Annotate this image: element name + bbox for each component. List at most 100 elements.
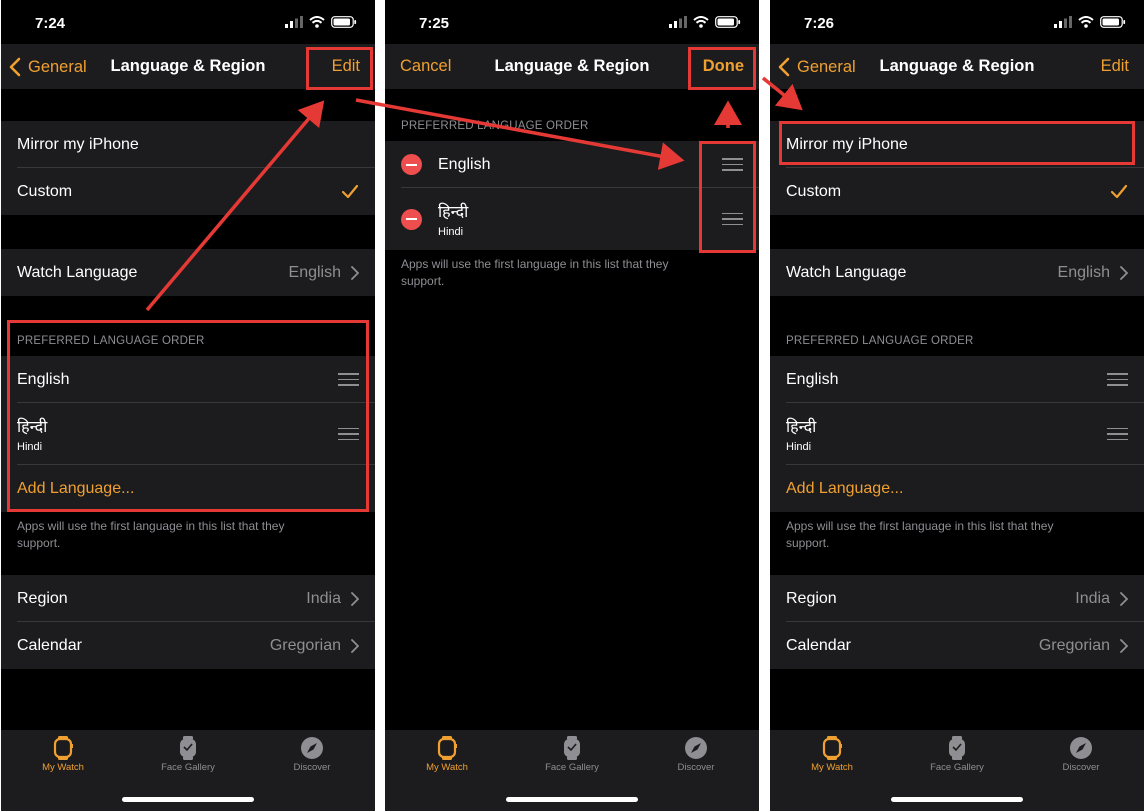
reorder-handle-icon[interactable] (338, 427, 359, 441)
language-row-hindi[interactable]: हिन्दी Hindi (770, 403, 1144, 465)
tab-label: Discover (293, 762, 331, 773)
add-language-button[interactable]: Add Language... (1, 465, 375, 512)
watch-language-group: Watch Language English (770, 249, 1144, 296)
watch-language-value: English (1057, 263, 1110, 281)
status-time: 7:25 (419, 15, 450, 32)
reorder-handle-icon[interactable] (1107, 427, 1128, 441)
region-row[interactable]: Region India (1, 575, 375, 622)
add-language-button[interactable]: Add Language... (770, 465, 1144, 512)
watch-language-row[interactable]: Watch Language English (1, 249, 375, 296)
watch-language-row[interactable]: Watch Language English (770, 249, 1144, 296)
reorder-handle-icon[interactable] (722, 158, 743, 171)
tab-my-watch[interactable]: My Watch (782, 736, 882, 773)
language-row-english[interactable]: English (1, 356, 375, 403)
add-language-label: Add Language... (17, 479, 135, 497)
language-name: English (786, 370, 839, 388)
preferred-language-list: English हिन्दी Hindi Add Language... (770, 356, 1144, 512)
language-footnote: Apps will use the first language in this… (401, 257, 669, 288)
screen-before-edit: 7:24 General Language & Region Edit Mirr… (1, 0, 375, 811)
add-language-label: Add Language... (786, 479, 904, 497)
chevron-right-icon (1120, 639, 1128, 653)
region-label: Region (786, 589, 837, 607)
status-time: 7:24 (35, 15, 66, 32)
region-value: India (306, 589, 341, 607)
mirror-iphone-label: Mirror my iPhone (786, 135, 908, 153)
signal-icon (1054, 16, 1072, 28)
tab-discover[interactable]: Discover (646, 736, 746, 773)
mirror-options-group: Mirror my iPhone Custom (770, 121, 1144, 215)
edit-button[interactable]: Edit (332, 57, 360, 76)
mirror-options-group: Mirror my iPhone Custom (1, 121, 375, 215)
preferred-language-header: PREFERRED LANGUAGE ORDER (401, 120, 589, 132)
checkmark-icon (341, 184, 359, 200)
tab-label: Face Gallery (545, 762, 599, 773)
minus-circle-icon[interactable] (401, 154, 422, 175)
status-bar: 7:25 (385, 0, 759, 44)
language-name: हिन्दी (438, 204, 469, 221)
language-row-hindi[interactable]: हिन्दी Hindi (1, 403, 375, 465)
tab-face-gallery[interactable]: Face Gallery (138, 736, 238, 773)
preferred-language-list: English हिन्दी Hindi (385, 141, 759, 250)
signal-icon (285, 16, 303, 28)
reorder-handle-icon[interactable] (1107, 373, 1128, 386)
navigation-bar: General Language & Region Edit (1, 44, 375, 89)
language-row-hindi[interactable]: हिन्दी Hindi (385, 188, 759, 250)
minus-circle-icon[interactable] (401, 208, 422, 230)
tab-label: My Watch (426, 762, 468, 773)
custom-option[interactable]: Custom (1, 168, 375, 215)
edit-button[interactable]: Edit (1101, 57, 1129, 76)
tab-my-watch[interactable]: My Watch (397, 736, 497, 773)
tab-face-gallery[interactable]: Face Gallery (907, 736, 1007, 773)
language-footnote: Apps will use the first language in this… (786, 519, 1054, 550)
language-name: English (438, 155, 491, 173)
mirror-iphone-option[interactable]: Mirror my iPhone (770, 121, 1144, 168)
watch-icon (53, 736, 73, 760)
battery-icon (715, 16, 741, 28)
status-bar: 7:26 (770, 0, 1144, 44)
watch-language-group: Watch Language English (1, 249, 375, 296)
region-row[interactable]: Region India (770, 575, 1144, 622)
home-indicator (891, 797, 1023, 802)
tab-label: Face Gallery (930, 762, 984, 773)
calendar-row[interactable]: Calendar Gregorian (1, 622, 375, 669)
wifi-icon (693, 16, 709, 28)
tab-discover[interactable]: Discover (1031, 736, 1131, 773)
tab-label: Discover (677, 762, 715, 773)
custom-option[interactable]: Custom (770, 168, 1144, 215)
face-gallery-icon (947, 736, 967, 760)
wifi-icon (1078, 16, 1094, 28)
mirror-iphone-label: Mirror my iPhone (17, 135, 139, 153)
language-name: हिन्दी (786, 419, 817, 436)
mirror-iphone-option[interactable]: Mirror my iPhone (1, 121, 375, 168)
wifi-icon (309, 16, 325, 28)
battery-icon (331, 16, 357, 28)
watch-language-label: Watch Language (786, 263, 907, 281)
status-time: 7:26 (804, 15, 835, 32)
checkmark-icon (1110, 184, 1128, 200)
done-button[interactable]: Done (703, 57, 744, 76)
chevron-right-icon (1120, 592, 1128, 606)
language-footnote: Apps will use the first language in this… (17, 519, 285, 550)
reorder-handle-icon[interactable] (338, 373, 359, 386)
tab-discover[interactable]: Discover (262, 736, 362, 773)
status-bar: 7:24 (1, 0, 375, 44)
calendar-row[interactable]: Calendar Gregorian (770, 622, 1144, 669)
compass-icon (684, 736, 708, 760)
language-row-english[interactable]: English (770, 356, 1144, 403)
tab-label: My Watch (42, 762, 84, 773)
watch-icon (437, 736, 457, 760)
tab-label: My Watch (811, 762, 853, 773)
calendar-label: Calendar (786, 636, 851, 654)
language-subtitle: Hindi (438, 226, 464, 238)
tab-face-gallery[interactable]: Face Gallery (522, 736, 622, 773)
region-calendar-group: Region India Calendar Gregorian (1, 575, 375, 669)
reorder-handle-icon[interactable] (722, 212, 743, 226)
preferred-language-list: English हिन्दी Hindi Add Language... (1, 356, 375, 512)
navigation-bar: General Language & Region Edit (770, 44, 1144, 89)
calendar-label: Calendar (17, 636, 82, 654)
region-label: Region (17, 589, 68, 607)
language-row-english[interactable]: English (385, 141, 759, 188)
tab-my-watch[interactable]: My Watch (13, 736, 113, 773)
chevron-right-icon (351, 592, 359, 606)
navigation-bar: Cancel Language & Region Done (385, 44, 759, 89)
